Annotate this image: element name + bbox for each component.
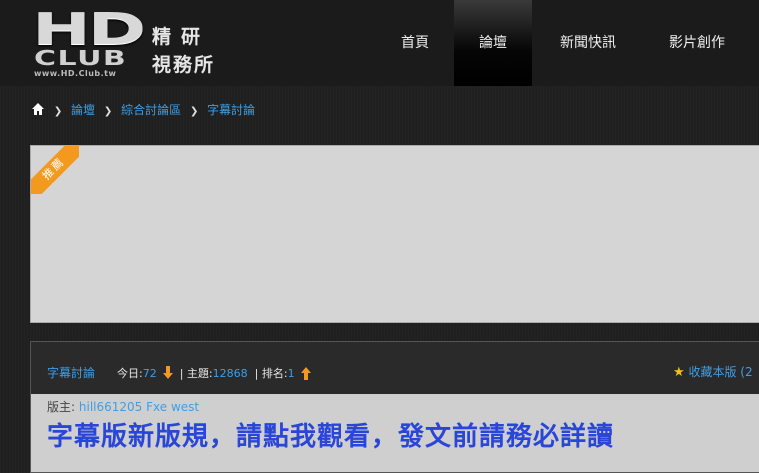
arrow-up-icon (298, 367, 314, 380)
breadcrumb-forum[interactable]: 論壇 (71, 103, 95, 117)
moderators-line: 版主: hill661205 Fxe west (47, 398, 199, 415)
recommend-banner[interactable]: 推薦 (30, 145, 759, 323)
nav-news[interactable]: 新聞快訊 (548, 0, 628, 86)
moderator-section: 版主: hill661205 Fxe west 字幕版新版規，請點我觀看，發文前… (31, 394, 759, 472)
breadcrumb: ❯ 論壇 ❯ 綜合討論區 ❯ 字幕討論 (31, 100, 255, 120)
moderator-links[interactable]: hill661205 Fxe west (79, 400, 199, 414)
favorite-label: 收藏本版 (2 (688, 365, 753, 379)
forum-stats-bar: 字幕討論 今日:72 | 主題:12868 | 排名:1 ★ 收藏本版 (2 (31, 342, 759, 394)
today-label: 今日: (117, 367, 143, 380)
nav-forum[interactable]: 論壇 (454, 0, 532, 86)
breadcrumb-subtitle[interactable]: 字幕討論 (207, 103, 255, 117)
forum-stats: 今日:72 | 主題:12868 | 排名:1 (117, 365, 314, 381)
rank-value: 1 (287, 367, 295, 380)
moderators-label: 版主: (47, 400, 76, 414)
forum-info-box: 字幕討論 今日:72 | 主題:12868 | 排名:1 ★ 收藏本版 (2 版… (30, 341, 759, 473)
arrow-down-icon (160, 366, 176, 380)
breadcrumb-separator: ❯ (103, 106, 113, 117)
breadcrumb-general[interactable]: 綜合討論區 (121, 103, 181, 117)
rank-label: | 排名: (254, 367, 288, 380)
forum-title[interactable]: 字幕討論 (47, 364, 95, 381)
recommend-ribbon-label: 推薦 (31, 146, 79, 194)
site-logo[interactable]: HD CLUB www.HD.Club.tw 精研 視務所 (32, 8, 232, 80)
today-count: 72 (142, 367, 157, 380)
nav-video[interactable]: 影片創作 (654, 0, 740, 86)
site-header: HD CLUB www.HD.Club.tw 精研 視務所 首頁 論壇 新聞快訊… (0, 0, 759, 86)
logo-url-text: www.HD.Club.tw (34, 69, 117, 78)
recommend-ribbon: 推薦 (31, 146, 79, 194)
breadcrumb-separator: ❯ (189, 106, 199, 117)
breadcrumb-separator: ❯ (53, 106, 63, 117)
logo-cn-line1: 精研 (152, 26, 211, 48)
nav-home[interactable]: 首頁 (384, 0, 446, 86)
topics-count: 12868 (212, 367, 248, 380)
favorite-forum-button[interactable]: ★ 收藏本版 (2 (673, 363, 753, 380)
star-icon: ★ (673, 365, 685, 380)
home-icon[interactable] (31, 103, 49, 117)
forum-rules-notice[interactable]: 字幕版新版規，請點我觀看，發文前請務必詳讀 (47, 422, 614, 452)
topics-label: | 主題: (179, 367, 213, 380)
logo-cn-line2: 視務所 (152, 54, 216, 76)
logo-club-text: CLUB (34, 46, 128, 70)
